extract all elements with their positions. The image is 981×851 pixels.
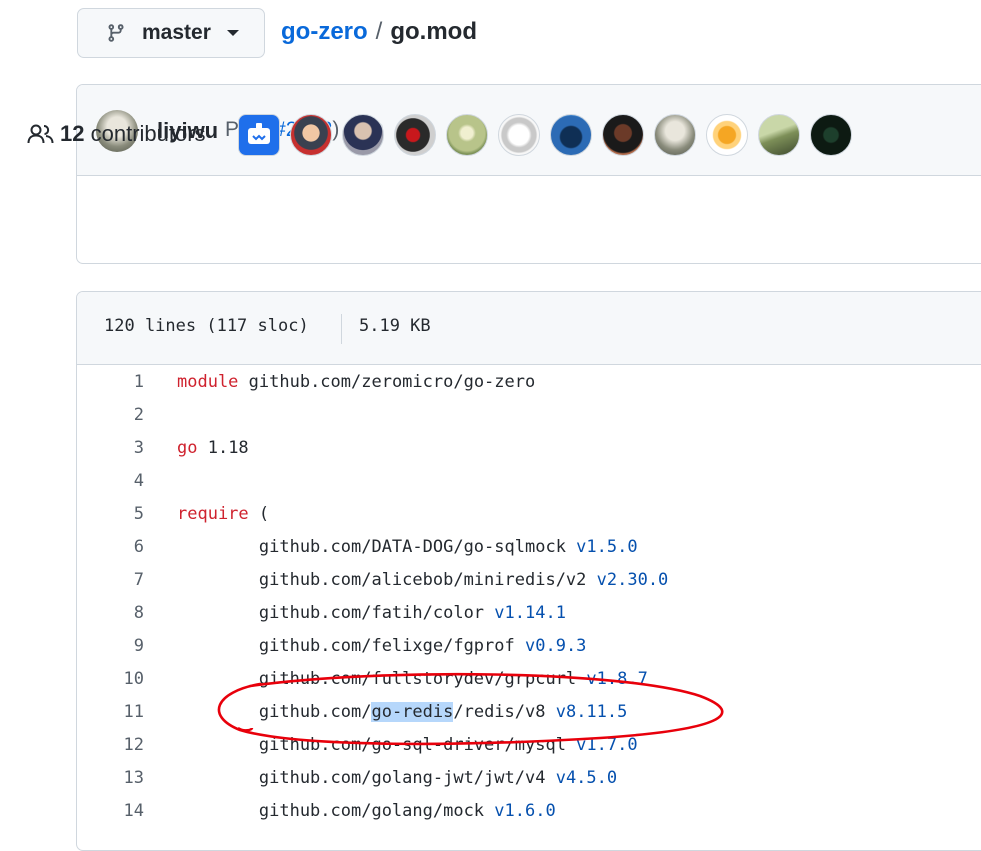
line-number[interactable]: 5: [77, 504, 144, 524]
branch-name: master: [142, 21, 211, 44]
file-info-bar: 120 lines (117 sloc) 5.19 KB: [77, 292, 981, 365]
user-avatar-3[interactable]: [342, 114, 384, 156]
user-avatar-7[interactable]: [550, 114, 592, 156]
line-number[interactable]: 8: [77, 603, 144, 623]
code-line: 11 github.com/go-redis/redis/v8 v8.11.5: [77, 695, 981, 728]
line-number[interactable]: 9: [77, 636, 144, 656]
user-avatar-5[interactable]: [446, 114, 488, 156]
user-avatar-2[interactable]: [290, 114, 332, 156]
line-content: module github.com/zeromicro/go-zero: [177, 372, 536, 392]
bot-avatar[interactable]: [238, 114, 280, 156]
git-branch-icon: [108, 24, 124, 42]
line-number[interactable]: 2: [77, 405, 144, 425]
line-number[interactable]: 10: [77, 669, 144, 689]
code-line: 2: [77, 398, 981, 431]
line-content: github.com/golang-jwt/jwt/v4 v4.5.0: [177, 768, 618, 788]
people-icon: [27, 124, 54, 144]
line-number[interactable]: 1: [77, 372, 144, 392]
contributor-avatars: [238, 114, 862, 156]
line-number[interactable]: 4: [77, 471, 144, 491]
selected-text: go-redis: [371, 702, 454, 722]
chevron-down-icon: [226, 30, 239, 36]
code-line: 7 github.com/alicebob/miniredis/v2 v2.30…: [77, 563, 981, 596]
breadcrumb-separator: /: [375, 18, 383, 45]
line-number[interactable]: 11: [77, 702, 144, 722]
line-number[interactable]: 12: [77, 735, 144, 755]
line-content: github.com/golang/mock v1.6.0: [177, 801, 556, 821]
line-number[interactable]: 7: [77, 570, 144, 590]
user-avatar-6[interactable]: [498, 114, 540, 156]
line-number[interactable]: 3: [77, 438, 144, 458]
breadcrumb-repo-link[interactable]: go-zero: [281, 18, 368, 46]
line-content: require (: [177, 504, 270, 524]
user-avatar-4[interactable]: [394, 114, 436, 156]
code-line: 3 go 1.18: [77, 431, 981, 464]
code-listing: 1 module github.com/zeromicro/go-zero 2 3 go…: [77, 365, 981, 827]
code-line: 6 github.com/DATA-DOG/go-sqlmock v1.5.0: [77, 530, 981, 563]
code-line: 1 module github.com/zeromicro/go-zero: [77, 365, 981, 398]
code-line: 5 require (: [77, 497, 981, 530]
line-content: github.com/DATA-DOG/go-sqlmock v1.5.0: [177, 537, 638, 557]
contributors-link[interactable]: 12 contributors: [60, 121, 206, 147]
user-avatar-11[interactable]: [758, 114, 800, 156]
divider: [341, 314, 342, 344]
file-viewer: 120 lines (117 sloc) 5.19 KB 1 module git…: [76, 291, 981, 851]
commit-info-box: liyiwu Pgx (#2902) …: [76, 84, 981, 264]
code-line: 12 github.com/go-sql-driver/mysql v1.7.0: [77, 728, 981, 761]
code-line: 4: [77, 464, 981, 497]
code-line: 8 github.com/fatih/color v1.14.1: [77, 596, 981, 629]
line-content: github.com/felixge/fgprof v0.9.3: [177, 636, 587, 656]
branch-select-button[interactable]: master: [77, 8, 265, 58]
code-line: 9 github.com/felixge/fgprof v0.9.3: [77, 629, 981, 662]
code-line: 13 github.com/golang-jwt/jwt/v4 v4.5.0: [77, 761, 981, 794]
line-content: github.com/alicebob/miniredis/v2 v2.30.0: [177, 570, 669, 590]
file-size: 5.19 KB: [359, 316, 431, 336]
user-avatar-10[interactable]: [706, 114, 748, 156]
user-avatar-8[interactable]: [602, 114, 644, 156]
user-avatar-9[interactable]: [654, 114, 696, 156]
line-number[interactable]: 6: [77, 537, 144, 557]
line-content: go 1.18: [177, 438, 249, 458]
user-avatar-12[interactable]: [810, 114, 852, 156]
line-content: github.com/go-redis/redis/v8 v8.11.5: [177, 702, 628, 722]
breadcrumb-file: go.mod: [390, 18, 477, 45]
line-number[interactable]: 14: [77, 801, 144, 821]
line-content: github.com/go-sql-driver/mysql v1.7.0: [177, 735, 638, 755]
line-number[interactable]: 13: [77, 768, 144, 788]
code-line: 10 github.com/fullstorydev/grpcurl v1.8.…: [77, 662, 981, 695]
line-content: github.com/fullstorydev/grpcurl v1.8.7: [177, 669, 648, 689]
line-content: github.com/fatih/color v1.14.1: [177, 603, 566, 623]
code-line: 14 github.com/golang/mock v1.6.0: [77, 794, 981, 827]
breadcrumb: go-zero / go.mod: [281, 18, 477, 46]
file-line-count: 120 lines (117 sloc): [104, 316, 309, 336]
